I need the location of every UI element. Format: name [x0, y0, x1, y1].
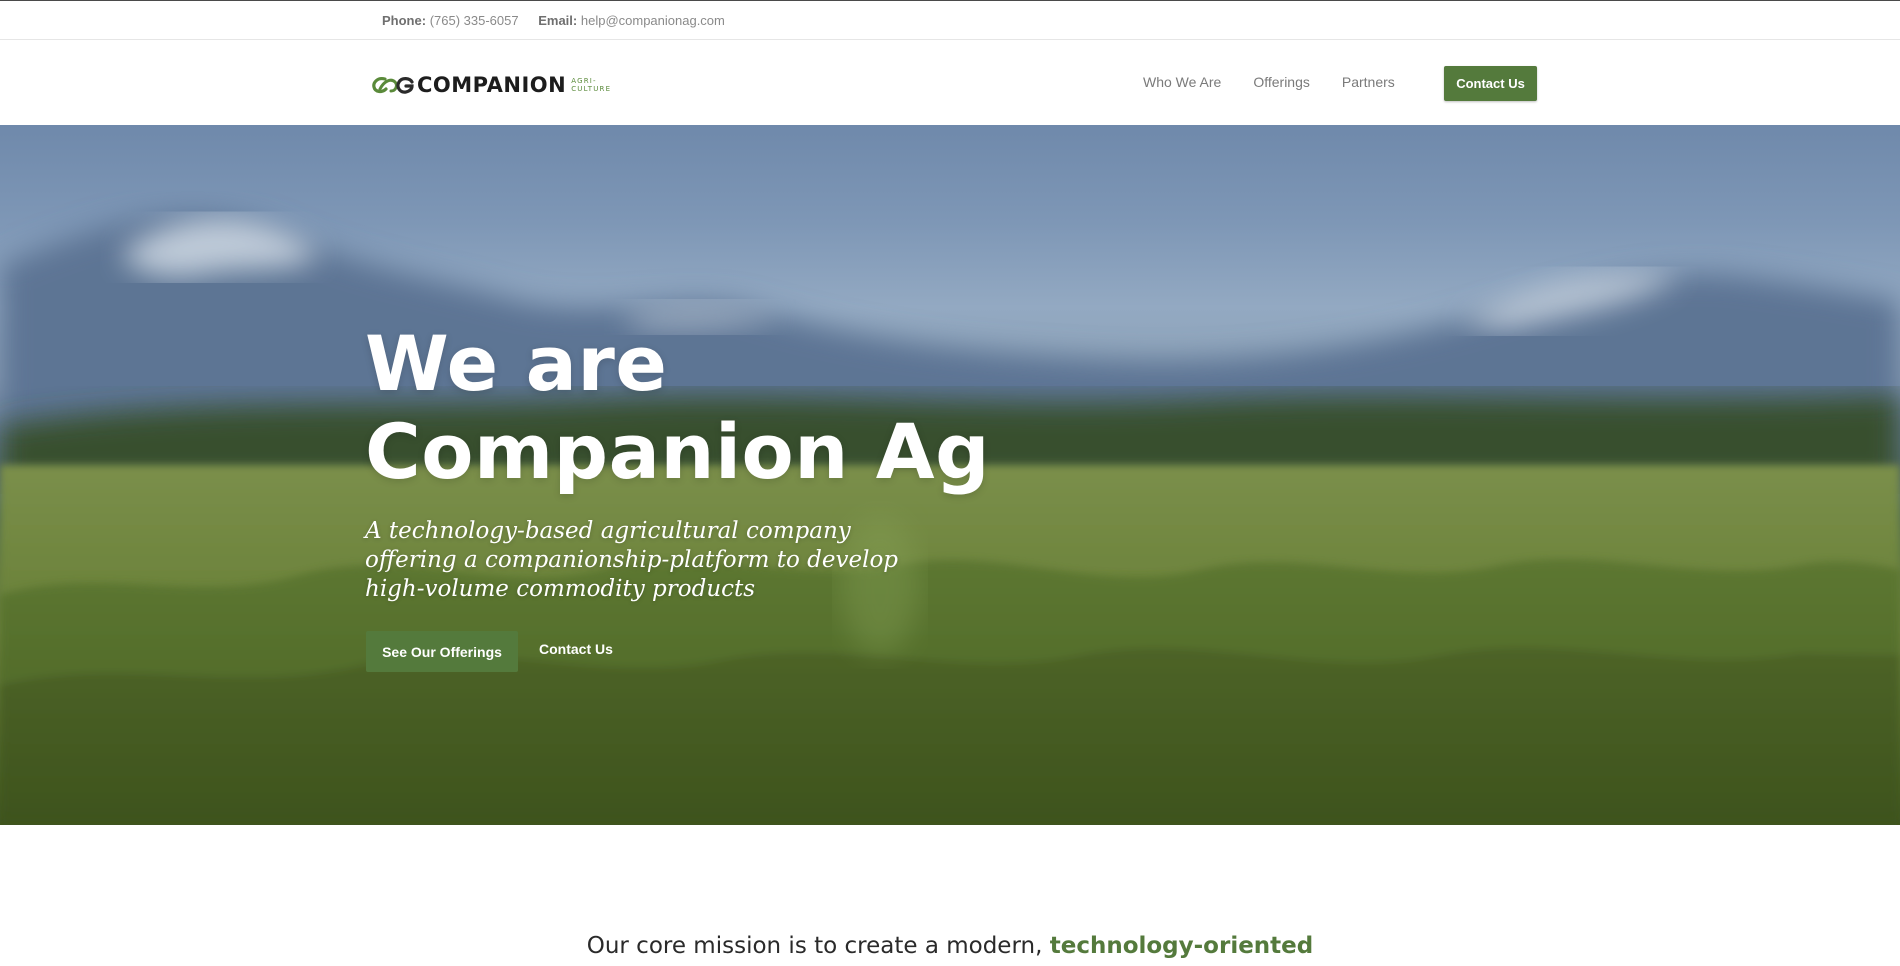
contact-info: Phone: (765) 335-6057 Email: help@compan…	[382, 13, 741, 28]
nav-offerings[interactable]: Offerings	[1253, 74, 1310, 90]
logo-subtitle-line2: CULTURE	[571, 85, 612, 93]
nav-who-we-are[interactable]: Who We Are	[1143, 74, 1221, 90]
site-logo[interactable]: COMPANION AGRI- CULTURE	[371, 72, 611, 98]
email-label: Email:	[538, 13, 578, 28]
mission-statement: Our core mission is to create a modern, …	[0, 933, 1900, 959]
hero-section: We are Companion Ag A technology-based a…	[0, 125, 1900, 825]
phone-label: Phone:	[382, 13, 427, 28]
email-value[interactable]: help@companionag.com	[581, 13, 725, 28]
main-nav: Who We Are Offerings Partners	[1143, 74, 1395, 90]
mission-section: Our core mission is to create a modern, …	[0, 825, 1900, 966]
logo-mark-icon	[372, 77, 414, 94]
mission-text-highlight: technology-oriented	[1049, 933, 1314, 959]
hero-title: We are Companion Ag	[365, 320, 990, 496]
mission-text-prefix: Our core mission is to create a modern,	[586, 933, 1050, 959]
see-offerings-button[interactable]: See Our Offerings	[366, 631, 518, 672]
logo-wordmark: COMPANION	[417, 72, 567, 97]
logo-subtitle-line1: AGRI-	[571, 77, 597, 85]
hero-subtitle: A technology-based agricultural company …	[365, 518, 899, 602]
hero-title-line2: Companion Ag	[365, 407, 991, 496]
site-header: COMPANION AGRI- CULTURE Who We Are Offer…	[0, 40, 1900, 125]
top-info-bar: Phone: (765) 335-6057 Email: help@compan…	[0, 0, 1900, 40]
hero-contact-link[interactable]: Contact Us	[539, 641, 613, 657]
nav-partners[interactable]: Partners	[1342, 74, 1395, 90]
logo-subtitle: AGRI- CULTURE	[571, 77, 611, 93]
header-contact-button[interactable]: Contact Us	[1444, 66, 1537, 101]
hero-title-line1: We are	[365, 319, 668, 408]
phone-value[interactable]: (765) 335-6057	[430, 13, 519, 28]
